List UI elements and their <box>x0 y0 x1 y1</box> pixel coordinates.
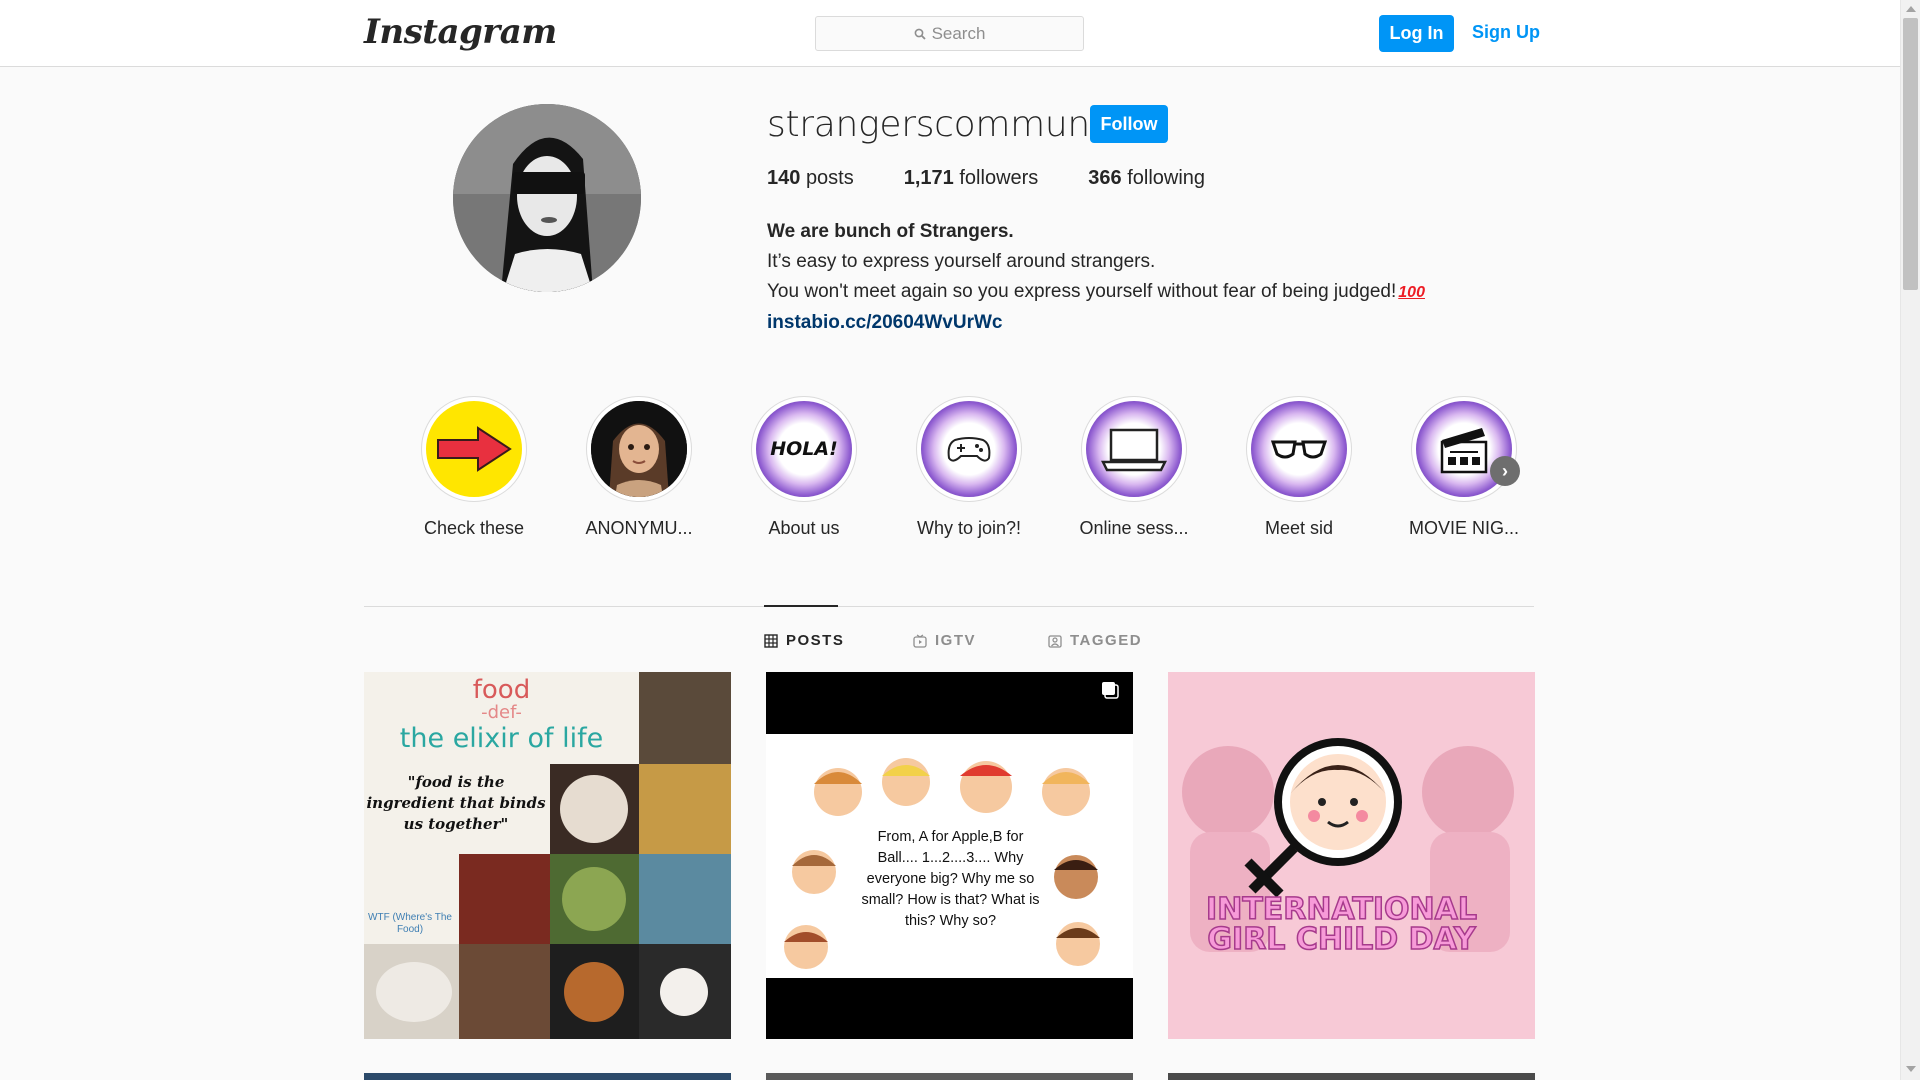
profile-stats: 140 posts 1,171 followers 366 following <box>767 167 1255 190</box>
login-button[interactable]: Log In <box>1379 15 1454 52</box>
post1-title-2: -def- <box>481 702 522 723</box>
search-input[interactable]: Search <box>815 16 1084 51</box>
chevron-right-icon[interactable]: › <box>1490 456 1520 486</box>
following-stat[interactable]: 366 following <box>1088 167 1205 190</box>
hola-badge: HOLA! <box>756 401 852 497</box>
profile-username: strangerscommunity <box>767 104 1135 145</box>
tab-tagged[interactable]: TAGGED <box>1048 632 1142 649</box>
highlight-why-join[interactable]: Why to join?! <box>914 396 1024 539</box>
follow-button[interactable]: Follow <box>1090 105 1168 143</box>
post2-text: From, A for Apple,B for Ball.... 1...2..… <box>861 829 1040 929</box>
post-thumbnail[interactable]: INTERNATIONAL GIRL CHILD DAY <box>1168 672 1535 1039</box>
posts-stat: 140 posts <box>767 167 854 190</box>
bio-title: We are bunch of Strangers. <box>767 221 1014 242</box>
page-scrollbar[interactable] <box>1900 0 1920 1080</box>
tabs-divider <box>364 606 1534 607</box>
highlight-label: Meet sid <box>1264 518 1334 538</box>
profile-bio: We are bunch of Strangers. It’s easy to … <box>767 217 1425 338</box>
multiple-posts-icon <box>1102 682 1118 698</box>
grid-icon <box>764 633 778 648</box>
tab-label: POSTS <box>786 632 845 649</box>
profile-avatar <box>453 104 641 292</box>
gamepad-icon <box>921 401 1017 497</box>
post-thumbnail[interactable]: From, A for Apple,B for Ball.... 1...2..… <box>766 672 1133 1039</box>
highlight-label: Online sess... <box>1079 518 1189 538</box>
bio-line-2: You won't meet again so you express your… <box>767 281 1397 302</box>
hola-text: HOLA! <box>770 438 838 460</box>
posts-count: 140 <box>767 167 801 189</box>
tab-label: IGTV <box>935 632 977 649</box>
tagged-icon <box>1048 634 1062 648</box>
tab-posts[interactable]: POSTS <box>764 632 844 649</box>
post1-title-1: food <box>472 675 531 705</box>
highlight-label: Why to join?! <box>916 518 1022 538</box>
laptop-icon <box>1086 401 1182 497</box>
signup-link[interactable]: Sign Up <box>1472 22 1540 43</box>
post-thumbnail[interactable] <box>766 1073 1133 1080</box>
bio-line-1: It’s easy to express yourself around str… <box>767 251 1156 272</box>
post-thumbnail[interactable] <box>1168 1073 1535 1080</box>
glasses-icon <box>1251 401 1347 497</box>
scroll-down-arrow-icon[interactable] <box>1906 1066 1916 1072</box>
highlight-label: Check these <box>423 518 525 538</box>
posts-label: posts <box>805 167 854 189</box>
post1-quote: "food is the ingredient that binds us to… <box>366 773 546 833</box>
top-navbar: Instagram Search Log In Sign Up <box>0 0 1900 67</box>
post3-text-1: INTERNATIONAL <box>1205 892 1477 927</box>
highlight-anonymous[interactable]: ANONYMU... <box>584 396 694 539</box>
highlight-meet-sid[interactable]: Meet sid <box>1244 396 1354 539</box>
following-label: following <box>1127 167 1206 189</box>
tab-label: TAGGED <box>1070 632 1143 649</box>
following-count: 366 <box>1088 167 1122 189</box>
highlight-label: About us <box>768 518 840 538</box>
post1-watermark: WTF (Where's The Food) <box>368 912 452 935</box>
followers-stat[interactable]: 1,171 followers <box>904 167 1039 190</box>
highlight-check-these[interactable]: Check these <box>419 396 529 539</box>
post1-title-3: the elixir of life <box>399 723 604 754</box>
post3-text-2: GIRL CHILD DAY <box>1207 922 1477 957</box>
active-tab-indicator <box>764 605 838 607</box>
avatar-girl-icon <box>591 401 687 497</box>
highlight-label: MOVIE NIG... <box>1409 518 1520 538</box>
scroll-thumb[interactable] <box>1903 18 1918 290</box>
search-placeholder: Search <box>931 23 986 43</box>
bio-link[interactable]: instabio.cc/20604WvUrWc <box>767 312 1002 333</box>
highlight-online-sessions[interactable]: Online sess... <box>1079 396 1189 539</box>
post-thumbnail[interactable] <box>364 1073 731 1080</box>
followers-count: 1,171 <box>903 167 954 189</box>
igtv-icon <box>913 634 927 648</box>
hundred-points-icon: 100 <box>1398 284 1425 301</box>
highlight-about-us[interactable]: HOLA! About us <box>749 396 859 539</box>
red-arrow-icon <box>426 401 522 497</box>
bio-line-2-wrap: You won't meet again so you express your… <box>767 277 1425 308</box>
search-icon <box>914 28 926 40</box>
post-thumbnail[interactable]: food -def- the elixir of life "food is t… <box>364 672 731 1039</box>
scroll-up-arrow-icon[interactable] <box>1906 6 1916 12</box>
followers-label: followers <box>959 167 1039 189</box>
story-highlights: Check these ANONYMU... HOLA! About us Wh… <box>418 396 1528 546</box>
tab-igtv[interactable]: IGTV <box>913 632 976 649</box>
instagram-logo[interactable]: Instagram <box>364 12 557 52</box>
highlight-label: ANONYMU... <box>585 518 693 538</box>
